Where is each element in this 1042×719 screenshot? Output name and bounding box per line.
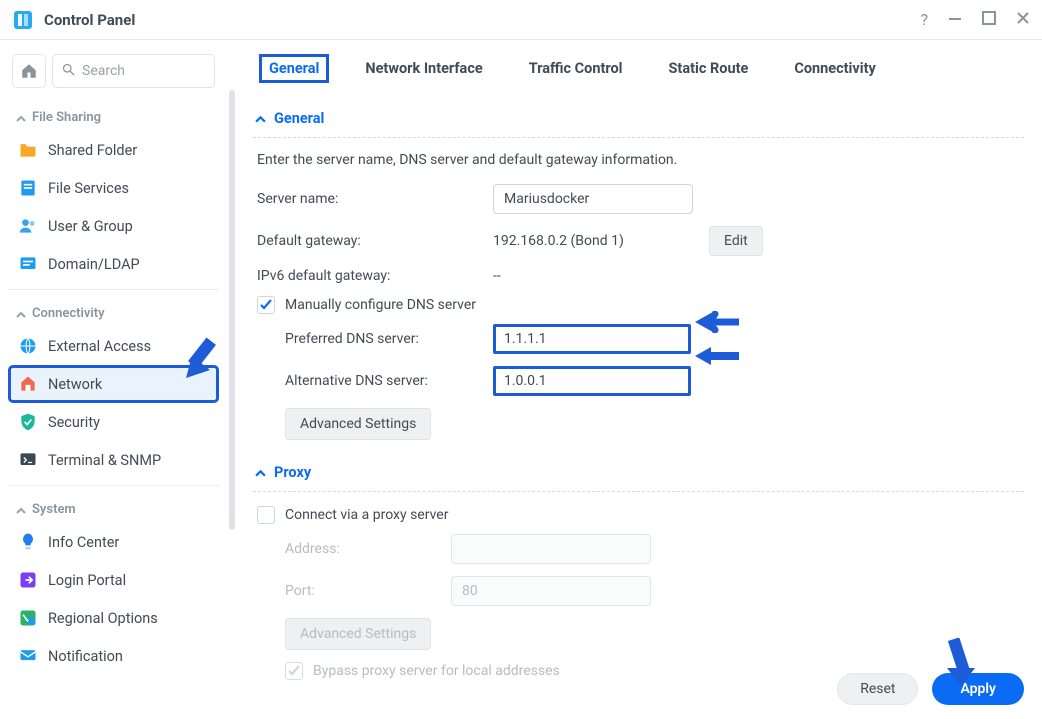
apply-button[interactable]: Apply [932, 673, 1024, 705]
proxy-bypass-checkbox[interactable] [285, 662, 303, 680]
proxy-connect-label: Connect via a proxy server [285, 507, 448, 523]
sidebar-item-label: Security [48, 414, 100, 431]
globe-icon [18, 336, 38, 356]
terminal-icon [18, 450, 38, 470]
sidebar-item-label: Domain/LDAP [48, 256, 140, 273]
default-gateway-value: 192.168.0.2 (Bond 1) [493, 233, 693, 249]
tab-connectivity[interactable]: Connectivity [784, 54, 885, 83]
sidebar-item-label: External Access [48, 338, 151, 355]
sidebar-item-network[interactable]: Network [8, 365, 219, 403]
proxy-advanced-settings-button[interactable]: Advanced Settings [285, 618, 431, 650]
network-icon [18, 374, 38, 394]
ipv6-gateway-value: -- [493, 268, 501, 284]
users-icon [18, 216, 38, 236]
proxy-connect-checkbox[interactable] [257, 506, 275, 524]
sidebar-group-file-sharing[interactable]: File Sharing [8, 100, 219, 131]
chevron-up-icon [16, 306, 26, 321]
info-icon [18, 532, 38, 552]
chevron-up-icon [255, 110, 266, 127]
sidebar-item-file-services[interactable]: File Services [8, 169, 219, 207]
folder-icon [18, 140, 38, 160]
proxy-port-input[interactable] [451, 576, 651, 606]
sidebar-item-shared-folder[interactable]: Shared Folder [8, 131, 219, 169]
proxy-bypass-label: Bypass proxy server for local addresses [313, 663, 560, 679]
sidebar-item-domain-ldap[interactable]: Domain/LDAP [8, 245, 219, 283]
shield-icon [18, 412, 38, 432]
sidebar-item-label: Terminal & SNMP [48, 452, 161, 469]
manual-dns-label: Manually configure DNS server [285, 297, 476, 313]
close-button[interactable] [1016, 11, 1030, 28]
titlebar: Control Panel ? [0, 0, 1042, 40]
help-button[interactable]: ? [920, 12, 928, 28]
content: General Network Interface Traffic Contro… [235, 40, 1042, 719]
sidebar-group-system[interactable]: System [8, 492, 219, 523]
sidebar: File Sharing Shared Folder File Services… [0, 40, 227, 719]
sidebar-item-label: Info Center [48, 534, 119, 551]
home-button[interactable] [12, 54, 46, 88]
domain-icon [18, 254, 38, 274]
server-name-input[interactable] [493, 184, 693, 214]
sidebar-item-label: Login Portal [48, 572, 126, 589]
tab-network-interface[interactable]: Network Interface [355, 54, 492, 83]
server-name-label: Server name: [257, 191, 493, 207]
search-icon [61, 62, 76, 81]
sidebar-item-label: Regional Options [48, 610, 158, 627]
sidebar-item-security[interactable]: Security [8, 403, 219, 441]
dns-advanced-settings-button[interactable]: Advanced Settings [285, 408, 431, 440]
sidebar-item-user-group[interactable]: User & Group [8, 207, 219, 245]
search-input[interactable] [82, 63, 206, 79]
intro-text: Enter the server name, DNS server and de… [257, 152, 1020, 168]
preferred-dns-input[interactable] [493, 324, 691, 354]
chevron-up-icon [16, 502, 26, 517]
sidebar-item-label: Notification [48, 648, 123, 665]
search-box[interactable] [52, 54, 215, 88]
sidebar-item-external-access[interactable]: External Access [8, 327, 219, 365]
proxy-address-label: Address: [285, 541, 451, 557]
section-header-proxy[interactable]: Proxy [253, 452, 1024, 487]
minimize-button[interactable] [948, 11, 962, 28]
maximize-button[interactable] [982, 11, 996, 28]
reset-button[interactable]: Reset [837, 673, 918, 705]
tabs: General Network Interface Traffic Contro… [253, 40, 1024, 98]
section-header-general[interactable]: General [253, 98, 1024, 133]
sidebar-item-label: File Services [48, 180, 129, 197]
app-icon [12, 9, 34, 31]
sidebar-item-notification[interactable]: Notification [8, 637, 219, 675]
tab-traffic-control[interactable]: Traffic Control [519, 54, 633, 83]
login-portal-icon [18, 570, 38, 590]
chevron-up-icon [16, 110, 26, 125]
manual-dns-checkbox[interactable] [257, 296, 275, 314]
sidebar-item-label: User & Group [48, 218, 133, 235]
file-services-icon [18, 178, 38, 198]
proxy-port-label: Port: [285, 583, 451, 599]
regional-icon [18, 608, 38, 628]
alt-dns-label: Alternative DNS server: [285, 373, 493, 389]
sidebar-item-label: Network [48, 376, 102, 393]
alt-dns-input[interactable] [493, 366, 691, 396]
sidebar-item-regional-options[interactable]: Regional Options [8, 599, 219, 637]
sidebar-item-terminal-snmp[interactable]: Terminal & SNMP [8, 441, 219, 479]
chevron-up-icon [255, 464, 266, 481]
default-gateway-label: Default gateway: [257, 233, 493, 249]
sidebar-item-login-portal[interactable]: Login Portal [8, 561, 219, 599]
tab-static-route[interactable]: Static Route [659, 54, 759, 83]
window-title: Control Panel [44, 11, 135, 29]
sidebar-group-connectivity[interactable]: Connectivity [8, 296, 219, 327]
sidebar-item-info-center[interactable]: Info Center [8, 523, 219, 561]
proxy-address-input[interactable] [451, 534, 651, 564]
edit-gateway-button[interactable]: Edit [709, 226, 763, 256]
sidebar-item-label: Shared Folder [48, 142, 137, 159]
tab-general[interactable]: General [259, 54, 329, 83]
ipv6-gateway-label: IPv6 default gateway: [257, 268, 493, 284]
notification-icon [18, 646, 38, 666]
preferred-dns-label: Preferred DNS server: [285, 331, 493, 347]
